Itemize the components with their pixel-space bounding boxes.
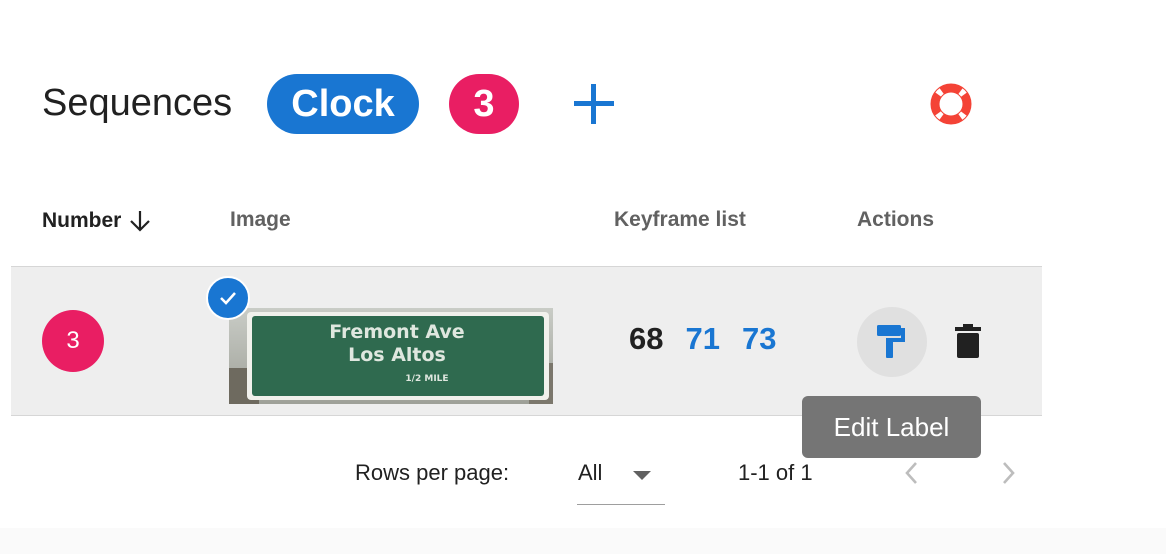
edit-label-button[interactable] — [857, 307, 927, 377]
delete-button[interactable] — [942, 315, 994, 367]
sequence-count-badge: 3 — [449, 74, 519, 134]
paint-roller-icon — [877, 325, 905, 358]
column-header-actions: Actions — [857, 208, 935, 231]
chevron-left-icon — [905, 462, 917, 484]
sign-line-1: Fremont Ave — [329, 321, 464, 343]
previous-page-button[interactable] — [892, 452, 932, 494]
check-icon — [220, 292, 236, 305]
chevron-right-icon — [1003, 462, 1015, 484]
table-row[interactable]: 3 Fremont Ave Los Altos 1/2 MILE 68 71 7… — [11, 267, 1042, 415]
rows-per-page-select[interactable]: All — [577, 452, 665, 505]
sequence-number-badge: 3 — [42, 310, 104, 372]
arrow-down-icon — [130, 211, 151, 232]
sign-line-2: Los Altos — [348, 344, 446, 366]
column-header-keyframes: Keyframe list — [614, 208, 746, 231]
caret-down-icon — [633, 471, 651, 480]
label-chip[interactable]: Clock — [267, 74, 419, 134]
sign-line-3: 1/2 MILE — [405, 374, 448, 384]
keyframe-current: 68 — [629, 321, 664, 356]
page-range-text: 1-1 of 1 — [738, 460, 813, 485]
keyframe-link[interactable]: 71 — [685, 321, 719, 357]
column-header-number-label: Number — [42, 209, 122, 232]
column-header-image: Image — [230, 208, 291, 231]
next-page-button[interactable] — [988, 452, 1028, 494]
edit-label-tooltip: Edit Label — [802, 396, 981, 458]
keyframe-link[interactable]: 73 — [742, 321, 776, 357]
keyframe-list: 68 71 73 — [629, 321, 776, 357]
add-sequence-button[interactable] — [566, 76, 622, 132]
column-header-number[interactable]: Number — [42, 208, 153, 234]
sequence-thumbnail[interactable]: Fremont Ave Los Altos 1/2 MILE — [229, 308, 553, 404]
lifebuoy-icon — [930, 83, 972, 125]
plus-icon — [574, 84, 614, 124]
rows-per-page-label: Rows per page: — [355, 460, 510, 485]
selected-checkmark[interactable] — [206, 276, 250, 320]
trash-icon — [955, 324, 981, 358]
rows-per-page-value: All — [578, 460, 603, 485]
page-footer-strip — [0, 528, 1166, 554]
help-button[interactable] — [925, 78, 977, 130]
street-sign-image: Fremont Ave Los Altos 1/2 MILE — [229, 308, 553, 404]
page-title: Sequences — [42, 82, 233, 124]
